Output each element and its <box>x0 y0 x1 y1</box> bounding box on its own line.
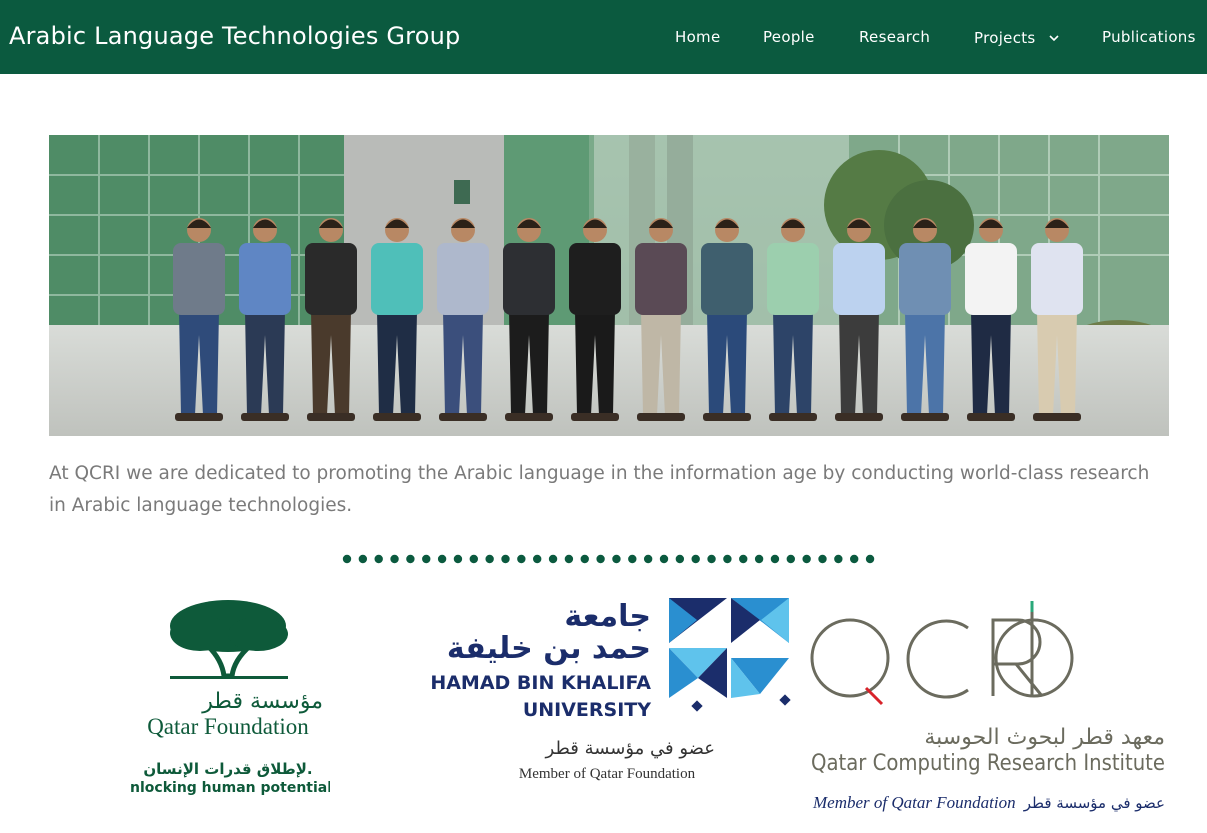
hbku-arabic-line1: جامعة <box>564 599 651 634</box>
divider-dot <box>723 554 732 564</box>
divider-dot <box>612 554 621 564</box>
hbku-name-line2: UNIVERSITY <box>523 699 651 721</box>
divider-dot <box>628 554 637 564</box>
divider-dot <box>422 554 431 564</box>
divider-dot <box>865 554 875 564</box>
divider-dot <box>754 554 764 564</box>
divider-dot <box>406 554 415 564</box>
hbku-member: Member of Qatar Foundation <box>519 766 696 782</box>
tree-icon <box>170 600 288 679</box>
intro-paragraph: At QCRI we are dedicated to promoting th… <box>49 463 1150 516</box>
qcri-arabic-member: عضو في مؤسسة قطر <box>1023 794 1165 813</box>
qf-english-name: Qatar Foundation <box>147 714 309 739</box>
qcri-member: Member of Qatar Foundation <box>812 793 1016 812</box>
hbku-emblem-icon <box>669 598 791 712</box>
nav-research[interactable]: Research <box>859 28 930 46</box>
site-title[interactable]: Arabic Language Technologies Group <box>9 22 460 50</box>
divider-dot <box>374 554 383 564</box>
divider-dot <box>548 554 558 564</box>
divider-dot <box>850 554 859 564</box>
divider-dot <box>533 554 542 564</box>
nav-people[interactable]: People <box>763 28 815 46</box>
divider-dot <box>770 554 780 564</box>
divider-dot <box>485 554 494 564</box>
divider-dot <box>453 554 463 564</box>
chevron-down-icon <box>1049 28 1059 46</box>
divider-dot <box>358 554 368 564</box>
divider-dot <box>739 554 748 564</box>
group-photo-illustration <box>49 135 1169 436</box>
divider-dot <box>691 554 700 564</box>
nav-projects[interactable]: Projects <box>974 28 1059 47</box>
hbku-name-line1: HAMAD BIN KHALIFA <box>430 672 651 694</box>
qcri-logo[interactable]: معهد قطر لبحوث الحوسبة Qatar Computing R… <box>808 598 1170 818</box>
hbku-arabic-line2: حمد بن خليفة <box>447 631 651 666</box>
nav-publications[interactable]: Publications <box>1102 28 1196 46</box>
qf-tagline: Unlocking human potential. <box>130 780 330 796</box>
hbku-logo[interactable]: جامعة حمد بن خليفة HAMAD BIN KHALIFA UNI… <box>425 596 793 786</box>
divider-dot <box>707 554 716 564</box>
divider-dot <box>675 554 685 564</box>
divider-dot <box>437 554 447 564</box>
site-header: Arabic Language Technologies Group Home … <box>0 0 1207 74</box>
hero-group-photo <box>49 135 1169 436</box>
divider-dot <box>390 554 399 564</box>
divider-dot <box>469 554 478 564</box>
divider-dot <box>517 554 526 564</box>
divider-dot <box>802 554 811 564</box>
qf-arabic-tagline: لإطلاق قدرات الإنسان. <box>143 760 312 778</box>
qcri-wordmark <box>810 601 1074 706</box>
hbku-arabic-member: عضو في مؤسسة قطر <box>545 738 715 759</box>
divider-dot <box>786 554 795 564</box>
divider-dot <box>580 554 589 564</box>
divider-dot <box>501 554 510 564</box>
qf-arabic-name: مؤسسة قطر <box>201 689 323 714</box>
divider-dot <box>342 554 352 564</box>
qcri-english-name: Qatar Computing Research Institute <box>811 751 1165 776</box>
divider-dot <box>834 554 843 564</box>
divider-dot <box>596 554 605 564</box>
divider-dot <box>659 554 669 564</box>
qcri-arabic-name: معهد قطر لبحوث الحوسبة <box>924 725 1165 750</box>
main-nav: Home People Research Projects Publicatio… <box>647 0 1207 74</box>
nav-projects-label: Projects <box>974 29 1036 47</box>
qatar-foundation-logo[interactable]: مؤسسة قطر Qatar Foundation لإطلاق قدرات … <box>130 598 330 798</box>
divider-dot <box>818 554 827 564</box>
nav-home[interactable]: Home <box>675 28 721 46</box>
divider-dot <box>564 554 574 564</box>
dotted-divider <box>342 554 875 564</box>
divider-dot <box>643 554 653 564</box>
